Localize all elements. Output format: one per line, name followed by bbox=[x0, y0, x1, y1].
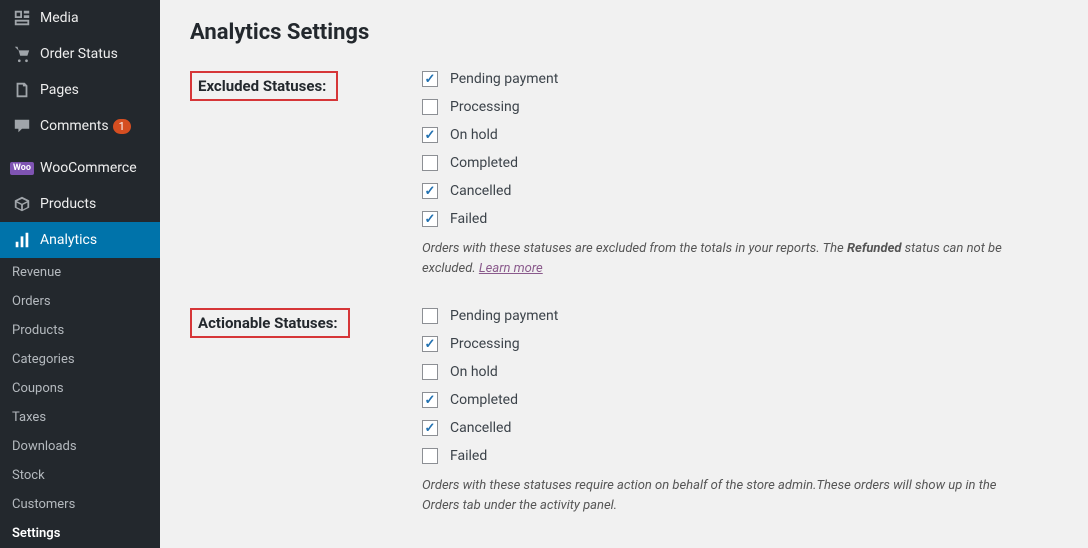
sidebar-item-label: Products bbox=[40, 196, 96, 212]
checkbox-label: Failed bbox=[450, 448, 487, 464]
checkbox-processing[interactable] bbox=[422, 336, 438, 352]
checkbox-row: Cancelled bbox=[422, 183, 1058, 199]
checkbox-pending-payment[interactable] bbox=[422, 71, 438, 87]
sidebar-item-pages[interactable]: Pages bbox=[0, 72, 160, 108]
sidebar-item-media[interactable]: Media bbox=[0, 0, 160, 36]
checkbox-row: Processing bbox=[422, 336, 1058, 352]
sidebar-item-label: WooCommerce bbox=[40, 160, 137, 176]
sidebar-item-products[interactable]: Products bbox=[0, 186, 160, 222]
cart-icon bbox=[12, 44, 32, 64]
excluded-statuses-label: Excluded Statuses: bbox=[190, 71, 338, 101]
sub-item-customers[interactable]: Customers bbox=[0, 490, 160, 519]
sub-item-revenue[interactable]: Revenue bbox=[0, 258, 160, 287]
sidebar-item-order-status[interactable]: Order Status bbox=[0, 36, 160, 72]
checkbox-row: Completed bbox=[422, 155, 1058, 171]
sidebar-item-label: Order Status bbox=[40, 46, 118, 62]
woo-icon: Woo bbox=[12, 158, 32, 178]
comments-icon bbox=[12, 116, 32, 136]
checkbox-on-hold[interactable] bbox=[422, 127, 438, 143]
sub-item-orders[interactable]: Orders bbox=[0, 287, 160, 316]
checkbox-label: Pending payment bbox=[450, 308, 558, 324]
actionable-description: Orders with these statuses require actio… bbox=[422, 476, 1002, 515]
sidebar-item-label: Comments bbox=[40, 118, 109, 134]
sidebar-item-label: Pages bbox=[40, 82, 79, 98]
sub-item-downloads[interactable]: Downloads bbox=[0, 432, 160, 461]
checkbox-label: Cancelled bbox=[450, 183, 511, 199]
checkbox-pending-payment[interactable] bbox=[422, 308, 438, 324]
checkbox-completed[interactable] bbox=[422, 392, 438, 408]
checkbox-label: Processing bbox=[450, 99, 520, 115]
sidebar-item-analytics[interactable]: Analytics bbox=[0, 222, 160, 258]
main-content: Analytics Settings Excluded Statuses: Pe… bbox=[160, 0, 1088, 548]
sidebar-item-woocommerce[interactable]: Woo WooCommerce bbox=[0, 150, 160, 186]
checkbox-row: Failed bbox=[422, 211, 1058, 227]
checkbox-label: Cancelled bbox=[450, 420, 511, 436]
checkbox-processing[interactable] bbox=[422, 99, 438, 115]
products-icon bbox=[12, 194, 32, 214]
checkbox-row: Completed bbox=[422, 392, 1058, 408]
media-icon bbox=[12, 8, 32, 28]
sidebar-item-label: Media bbox=[40, 10, 79, 26]
sub-item-products[interactable]: Products bbox=[0, 316, 160, 345]
checkbox-row: Failed bbox=[422, 448, 1058, 464]
checkbox-label: Pending payment bbox=[450, 71, 558, 87]
sidebar-item-label: Analytics bbox=[40, 232, 97, 248]
checkbox-failed[interactable] bbox=[422, 448, 438, 464]
checkbox-label: Completed bbox=[450, 392, 518, 408]
checkbox-failed[interactable] bbox=[422, 211, 438, 227]
excluded-statuses-section: Excluded Statuses: Pending payment Proce… bbox=[190, 71, 1058, 278]
sub-item-stock[interactable]: Stock bbox=[0, 461, 160, 490]
sub-item-categories[interactable]: Categories bbox=[0, 345, 160, 374]
checkbox-label: Processing bbox=[450, 336, 520, 352]
checkbox-row: On hold bbox=[422, 127, 1058, 143]
checkbox-cancelled[interactable] bbox=[422, 420, 438, 436]
sub-item-settings[interactable]: Settings bbox=[0, 519, 160, 548]
sub-item-coupons[interactable]: Coupons bbox=[0, 374, 160, 403]
admin-sidebar: Media Order Status Pages Comments 1 Woo … bbox=[0, 0, 160, 548]
checkbox-label: On hold bbox=[450, 127, 498, 143]
checkbox-on-hold[interactable] bbox=[422, 364, 438, 380]
actionable-statuses-section: Actionable Statuses: Pending payment Pro… bbox=[190, 308, 1058, 515]
page-title: Analytics Settings bbox=[190, 10, 1058, 45]
comments-badge: 1 bbox=[113, 119, 131, 134]
sidebar-item-comments[interactable]: Comments 1 bbox=[0, 108, 160, 144]
sub-item-taxes[interactable]: Taxes bbox=[0, 403, 160, 432]
learn-more-link[interactable]: Learn more bbox=[479, 261, 543, 276]
checkbox-completed[interactable] bbox=[422, 155, 438, 171]
checkbox-row: Processing bbox=[422, 99, 1058, 115]
checkbox-row: Pending payment bbox=[422, 308, 1058, 324]
analytics-icon bbox=[12, 230, 32, 250]
checkbox-label: On hold bbox=[450, 364, 498, 380]
pages-icon bbox=[12, 80, 32, 100]
checkbox-cancelled[interactable] bbox=[422, 183, 438, 199]
excluded-description: Orders with these statuses are excluded … bbox=[422, 239, 1002, 278]
checkbox-label: Completed bbox=[450, 155, 518, 171]
actionable-statuses-label: Actionable Statuses: bbox=[190, 308, 350, 338]
checkbox-row: Pending payment bbox=[422, 71, 1058, 87]
checkbox-row: On hold bbox=[422, 364, 1058, 380]
checkbox-row: Cancelled bbox=[422, 420, 1058, 436]
checkbox-label: Failed bbox=[450, 211, 487, 227]
